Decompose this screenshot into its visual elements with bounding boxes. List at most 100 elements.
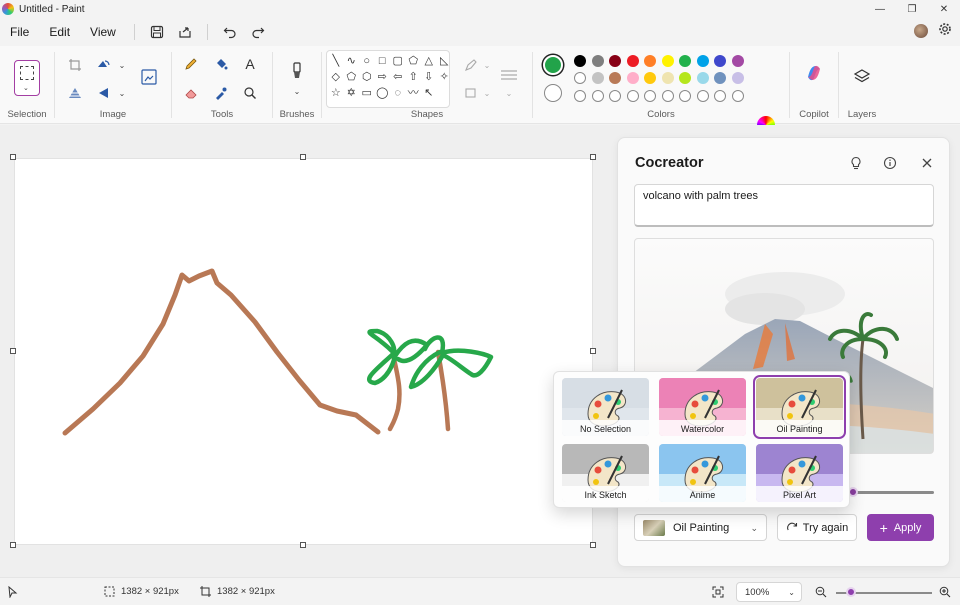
- zoom-level-dropdown[interactable]: 100% ⌄: [736, 582, 802, 602]
- text-tool-icon[interactable]: A: [239, 53, 261, 75]
- shape-curve[interactable]: ∿: [344, 53, 360, 69]
- redo-icon[interactable]: [244, 21, 272, 43]
- resize-handle[interactable]: [590, 348, 596, 354]
- fill-bucket-icon[interactable]: [210, 53, 232, 75]
- shape-star-five[interactable]: ☆: [328, 85, 344, 101]
- color-swatch[interactable]: [574, 55, 586, 67]
- chevron-down-icon[interactable]: ⌄: [476, 54, 498, 76]
- current-color-swatch[interactable]: [543, 55, 563, 75]
- color-swatch[interactable]: [591, 55, 604, 67]
- menu-view[interactable]: View: [80, 25, 126, 39]
- magnifier-icon[interactable]: [239, 82, 261, 104]
- style-option-pixel-art[interactable]: Pixel Art: [756, 444, 843, 502]
- empty-color-swatch[interactable]: [696, 90, 709, 102]
- empty-color-swatch[interactable]: [644, 90, 656, 102]
- empty-color-swatch[interactable]: [679, 90, 691, 102]
- maximize-button[interactable]: ❐: [896, 0, 928, 18]
- style-option-oil-painting[interactable]: Oil Painting: [753, 375, 846, 439]
- color-swatch[interactable]: [731, 55, 744, 67]
- color-swatch[interactable]: [644, 55, 656, 67]
- resize-handle[interactable]: [300, 154, 306, 160]
- apply-button[interactable]: + Apply: [867, 514, 934, 541]
- shape-callout-oval[interactable]: ◯: [375, 85, 391, 101]
- shape-wave[interactable]: 〰: [406, 85, 422, 101]
- resize-handle[interactable]: [300, 542, 306, 548]
- minimize-button[interactable]: —: [864, 0, 896, 18]
- account-avatar[interactable]: [914, 23, 928, 38]
- crop-icon[interactable]: [64, 54, 86, 76]
- shape-line[interactable]: ╲: [328, 53, 344, 69]
- chevron-down-icon[interactable]: ⌄: [286, 80, 308, 102]
- chevron-down-icon[interactable]: ⌄: [111, 82, 133, 104]
- select-button[interactable]: ⌄: [14, 60, 40, 96]
- color-swatch[interactable]: [679, 55, 691, 67]
- shape-star-four[interactable]: ✧: [437, 69, 450, 85]
- chevron-down-icon[interactable]: ⌄: [476, 82, 498, 104]
- color-picker-icon[interactable]: [210, 82, 232, 104]
- settings-gear-icon[interactable]: [938, 22, 952, 39]
- creativity-slider-track[interactable]: [856, 491, 934, 494]
- shape-arrow-down[interactable]: ⇩: [421, 69, 437, 85]
- pencil-icon[interactable]: [180, 53, 202, 75]
- shape-right-triangle[interactable]: ◺: [437, 53, 450, 69]
- share-icon[interactable]: [171, 21, 199, 43]
- chevron-down-icon[interactable]: ⌄: [111, 54, 133, 76]
- empty-color-swatch[interactable]: [626, 90, 639, 102]
- save-icon[interactable]: [143, 21, 171, 43]
- resize-handle[interactable]: [590, 542, 596, 548]
- resize-handle[interactable]: [10, 542, 16, 548]
- shape-arrow-up[interactable]: ⇧: [406, 69, 422, 85]
- color-swatch[interactable]: [574, 72, 586, 84]
- shape-rectangle[interactable]: □: [375, 53, 391, 69]
- secondary-color-swatch[interactable]: [544, 84, 562, 102]
- empty-color-swatch[interactable]: [591, 90, 604, 102]
- background-removal-icon[interactable]: [64, 82, 86, 104]
- resize-handle[interactable]: [10, 154, 16, 160]
- color-swatch[interactable]: [626, 55, 639, 67]
- shape-triangle[interactable]: △: [421, 53, 437, 69]
- empty-color-swatch[interactable]: [731, 90, 744, 102]
- zoom-in-icon[interactable]: [939, 586, 951, 598]
- color-swatch[interactable]: [696, 55, 709, 67]
- shape-pentagon[interactable]: ⬠: [344, 69, 360, 85]
- layers-icon[interactable]: [851, 66, 873, 88]
- resize-handle[interactable]: [10, 348, 16, 354]
- style-option-anime[interactable]: Anime: [659, 444, 746, 502]
- eraser-icon[interactable]: [180, 82, 202, 104]
- shape-diamond[interactable]: ◇: [328, 69, 344, 85]
- empty-color-swatch[interactable]: [661, 90, 674, 102]
- try-again-button[interactable]: Try again: [777, 514, 857, 541]
- shape-polygon[interactable]: ⬠: [406, 53, 422, 69]
- close-button[interactable]: ✕: [928, 0, 960, 18]
- menu-edit[interactable]: Edit: [39, 25, 80, 39]
- chevron-down-icon[interactable]: ⌄: [498, 82, 520, 104]
- color-swatch[interactable]: [714, 72, 726, 84]
- image-resize-icon[interactable]: [138, 66, 160, 88]
- style-option-no-selection[interactable]: No Selection: [562, 378, 649, 436]
- color-swatch[interactable]: [661, 72, 674, 84]
- color-swatch[interactable]: [609, 55, 621, 67]
- color-swatch[interactable]: [626, 72, 639, 84]
- undo-icon[interactable]: [216, 21, 244, 43]
- color-swatch[interactable]: [679, 72, 691, 84]
- menu-file[interactable]: File: [0, 25, 39, 39]
- zoom-slider-thumb[interactable]: [846, 587, 856, 597]
- copilot-icon[interactable]: [803, 62, 825, 84]
- color-swatch[interactable]: [714, 55, 726, 67]
- empty-color-swatch[interactable]: [609, 90, 621, 102]
- info-icon[interactable]: [881, 154, 899, 172]
- color-swatch[interactable]: [609, 72, 621, 84]
- shape-arrow-right[interactable]: ⇨: [375, 69, 391, 85]
- color-swatch[interactable]: [731, 72, 744, 84]
- resize-handle[interactable]: [590, 154, 596, 160]
- shape-oval[interactable]: ○: [359, 53, 375, 69]
- lightbulb-icon[interactable]: [847, 154, 865, 172]
- prompt-input[interactable]: volcano with palm trees: [634, 184, 934, 227]
- empty-color-swatch[interactable]: [574, 90, 586, 102]
- fit-to-window-icon[interactable]: [712, 586, 724, 598]
- style-option-watercolor[interactable]: Watercolor: [659, 378, 746, 436]
- shape-callout-rect[interactable]: ▭: [359, 85, 375, 101]
- color-swatch[interactable]: [644, 72, 656, 84]
- shape-star-six[interactable]: ✡: [344, 85, 360, 101]
- style-dropdown[interactable]: Oil Painting ⌄: [634, 514, 767, 541]
